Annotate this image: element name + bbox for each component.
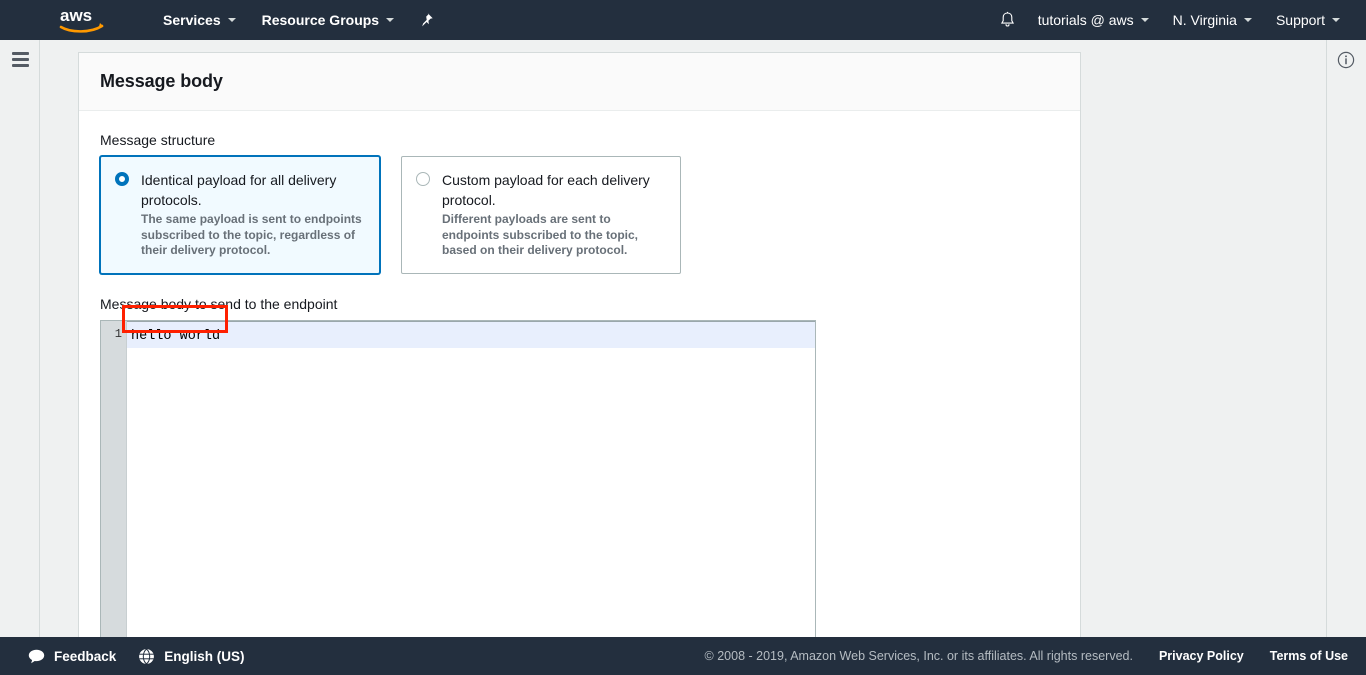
hamburger-bar <box>12 64 29 67</box>
nav-right-group: tutorials @ aws N. Virginia Support <box>990 0 1366 40</box>
privacy-policy-link[interactable]: Privacy Policy <box>1159 649 1244 663</box>
right-rail <box>1326 40 1366 637</box>
nav-item-account-label: tutorials @ aws <box>1037 12 1134 28</box>
panel-header: Message body <box>79 53 1080 111</box>
terms-of-use-link[interactable]: Terms of Use <box>1270 649 1348 663</box>
radio-tile-title: Custom payload for each delivery protoco… <box>442 172 650 208</box>
editor-active-line[interactable]: hello world <box>127 320 815 348</box>
chevron-down-icon <box>1243 18 1252 22</box>
message-body-label: Message body to send to the endpoint <box>100 295 338 312</box>
editor-code-text: hello world <box>131 328 221 344</box>
chevron-down-icon <box>227 18 236 22</box>
aws-logo[interactable]: aws <box>59 6 105 34</box>
svg-text:aws: aws <box>60 6 92 25</box>
nav-item-support[interactable]: Support <box>1264 0 1352 40</box>
hamburger-bar <box>12 52 29 55</box>
message-structure-radio-group: Identical payload for all delivery proto… <box>100 156 1059 274</box>
message-body-code-editor[interactable]: 1 hello world <box>100 319 816 650</box>
language-label: English (US) <box>164 648 245 664</box>
footer-left-group: Feedback English (US) <box>22 648 251 665</box>
radio-button-identical-payload[interactable] <box>115 172 129 186</box>
nav-item-account[interactable]: tutorials @ aws <box>1026 0 1161 40</box>
radio-tile-description: Different payloads are sent to endpoints… <box>442 212 639 257</box>
left-rail <box>0 40 40 637</box>
editor-code-area[interactable]: hello world <box>127 320 815 649</box>
nav-item-region[interactable]: N. Virginia <box>1161 0 1264 40</box>
radio-button-custom-payload[interactable] <box>416 172 430 186</box>
radio-tile-texts: Custom payload for each delivery protoco… <box>442 170 666 259</box>
radio-tile-custom-payload[interactable]: Custom payload for each delivery protoco… <box>401 156 681 274</box>
radio-tile-texts: Identical payload for all delivery proto… <box>141 170 365 259</box>
footer-right-group: © 2008 - 2019, Amazon Web Services, Inc.… <box>705 649 1366 663</box>
chevron-down-icon <box>1332 18 1340 22</box>
nav-left-group: Services Resource Groups <box>105 0 445 40</box>
pin-shortcut-button[interactable] <box>407 0 445 40</box>
hamburger-bar <box>12 58 29 61</box>
radio-tile-identical-payload[interactable]: Identical payload for all delivery proto… <box>100 156 380 274</box>
message-body-panel: Message body Message structure Identical… <box>78 52 1081 650</box>
hamburger-menu-icon[interactable] <box>12 52 29 67</box>
nav-item-resource-groups-label: Resource Groups <box>261 12 380 28</box>
page-title: Message body <box>100 71 223 91</box>
notifications-bell-icon <box>1001 11 1015 27</box>
info-circle-icon[interactable] <box>1337 51 1355 69</box>
language-button[interactable]: English (US) <box>132 648 250 665</box>
editor-line-number: 1 <box>114 326 122 341</box>
top-navigation-bar: aws Services Resource Groups tutorials @… <box>0 0 1366 40</box>
globe-icon <box>139 648 155 664</box>
nav-item-support-label: Support <box>1275 12 1325 28</box>
nav-item-resource-groups[interactable]: Resource Groups <box>249 0 407 40</box>
message-structure-label: Message structure <box>100 132 216 148</box>
feedback-label: Feedback <box>54 648 117 664</box>
editor-gutter: 1 <box>101 320 127 649</box>
radio-tile-title: Identical payload for all delivery proto… <box>141 172 337 208</box>
nav-item-region-label: N. Virginia <box>1172 12 1237 28</box>
footer-bar: Feedback English (US) © 2008 - 2019, Ama… <box>0 637 1366 675</box>
radio-tile-description: The same payload is sent to endpoints su… <box>141 212 362 257</box>
nav-item-services-label: Services <box>163 12 221 28</box>
chevron-down-icon <box>1140 18 1149 22</box>
chevron-down-icon <box>386 18 395 22</box>
feedback-button[interactable]: Feedback <box>22 649 122 664</box>
nav-item-services[interactable]: Services <box>150 0 249 40</box>
speech-bubble-icon <box>28 649 45 663</box>
notifications-button[interactable] <box>990 0 1026 40</box>
pushpin-icon <box>422 13 433 27</box>
copyright-text: © 2008 - 2019, Amazon Web Services, Inc.… <box>704 649 1133 663</box>
panel-body: Message structure Identical payload for … <box>79 111 1080 650</box>
